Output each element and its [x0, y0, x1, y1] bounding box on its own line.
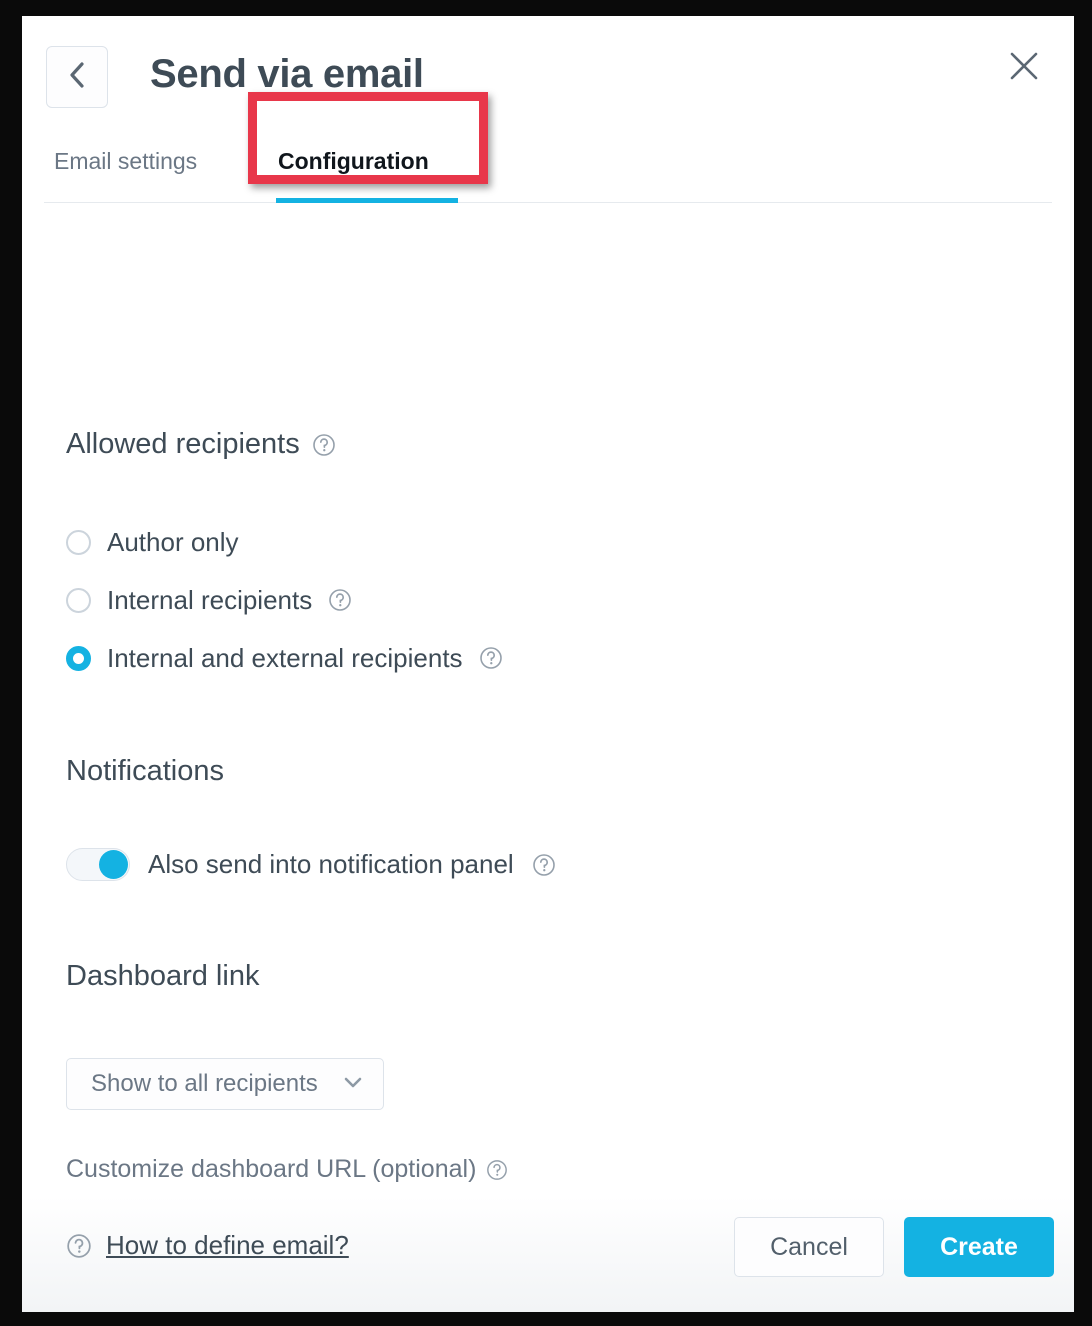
radio-indicator[interactable] [66, 529, 91, 555]
dashboard-link-title: Dashboard link [66, 960, 260, 992]
dialog-footer: How to define email? Cancel Create [22, 1196, 1074, 1312]
help-circle-icon[interactable] [486, 1159, 508, 1181]
help-circle-icon[interactable] [328, 588, 352, 612]
radio-label: Author only [107, 526, 239, 557]
notification-panel-toggle[interactable] [66, 848, 130, 881]
screenshot-frame: Send via email Email settings Configurat… [0, 0, 1092, 1326]
radio-label: Internal recipients [107, 584, 313, 615]
customize-url-label-text: Customize dashboard URL (optional) [66, 1155, 477, 1183]
dialog-header: Send via email [22, 16, 1074, 134]
help-circle-icon[interactable] [479, 646, 503, 670]
page-title: Send via email [150, 52, 424, 96]
radio-indicator-selected[interactable] [66, 645, 91, 671]
cancel-button[interactable]: Cancel [734, 1217, 884, 1277]
radio-indicator[interactable] [66, 587, 91, 613]
radio-option-internal-recipients[interactable]: Internal recipients [66, 571, 503, 629]
dashboard-link-visibility-dropdown[interactable]: Show to all recipients [66, 1058, 384, 1110]
radio-option-internal-and-external-recipients[interactable]: Internal and external recipients [66, 629, 503, 687]
close-button[interactable] [1000, 44, 1048, 92]
dialog-body: Allowed recipients Author only Internal … [22, 203, 1074, 1310]
radio-option-author-only[interactable]: Author only [66, 513, 503, 571]
create-button[interactable]: Create [904, 1217, 1054, 1277]
help-circle-icon[interactable] [312, 433, 336, 457]
help-circle-icon [66, 1233, 92, 1259]
notifications-heading: Notifications [66, 755, 224, 788]
tab-bar: Email settings Configuration [44, 92, 1052, 203]
toggle-knob [99, 850, 128, 879]
help-link-label: How to define email? [106, 1230, 349, 1260]
chevron-left-icon [68, 60, 86, 95]
notification-panel-toggle-row[interactable]: Also send into notification panel [66, 848, 556, 881]
notification-panel-toggle-label: Also send into notification panel [148, 849, 514, 879]
customize-url-label: Customize dashboard URL (optional) [66, 1155, 508, 1184]
chevron-down-icon [341, 1070, 365, 1099]
tab-email-settings[interactable]: Email settings [54, 134, 197, 202]
allowed-recipients-title: Allowed recipients [66, 428, 300, 460]
how-to-define-email-link[interactable]: How to define email? [66, 1230, 349, 1261]
help-circle-icon[interactable] [532, 853, 556, 877]
radio-label: Internal and external recipients [107, 642, 463, 673]
back-button[interactable] [46, 46, 108, 108]
allowed-recipients-heading: Allowed recipients [66, 428, 336, 461]
tab-configuration[interactable]: Configuration [278, 134, 429, 202]
allowed-recipients-radio-group: Author only Internal recipients Internal… [66, 513, 503, 687]
dropdown-selected-value: Show to all recipients [91, 1070, 318, 1097]
dashboard-link-heading: Dashboard link [66, 960, 259, 993]
send-via-email-dialog: Send via email Email settings Configurat… [22, 16, 1074, 1312]
close-icon [1006, 48, 1042, 89]
notifications-title: Notifications [66, 755, 224, 787]
